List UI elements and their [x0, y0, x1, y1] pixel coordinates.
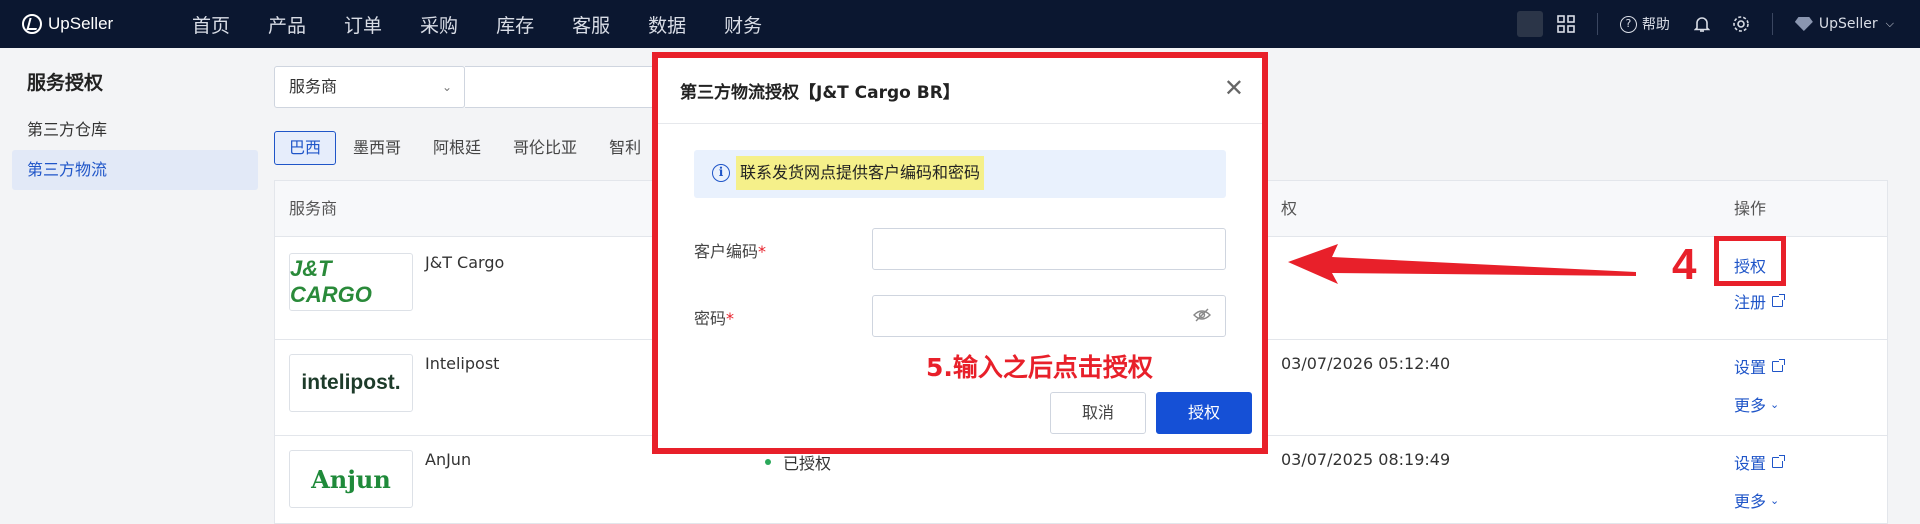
intelipost-logo: intelipost. [289, 354, 413, 412]
required-mark: * [726, 309, 735, 328]
customer-code-label-text: 客户编码 [694, 242, 759, 261]
more-dropdown-label: 更多 [1734, 492, 1767, 511]
authorize-button[interactable]: 授权 [1156, 392, 1252, 434]
password-label: 密码* [694, 305, 734, 329]
customer-code-label: 客户编码* [694, 238, 766, 262]
password-input[interactable] [872, 295, 1226, 337]
sidebar-item-warehouse[interactable]: 第三方仓库 [12, 110, 258, 150]
nav-item-orders[interactable]: 订单 [344, 11, 382, 38]
close-icon[interactable]: ✕ [1224, 74, 1244, 102]
nav-divider-2 [1771, 13, 1773, 35]
nav-item-products[interactable]: 产品 [268, 11, 306, 38]
jt-cargo-logo-text: J&T CARGO [290, 256, 372, 307]
header-provider: 服务商 [289, 199, 338, 218]
tab-chile[interactable]: 智利 [594, 131, 656, 165]
status-dot [765, 459, 771, 465]
brand-logo[interactable]: UpSeller [22, 14, 172, 34]
nav-item-home[interactable]: 首页 [192, 11, 230, 38]
settings-link[interactable]: 设置 [1734, 354, 1786, 378]
provider-select[interactable]: 服务商 ⌄ [274, 66, 465, 108]
intelipost-logo-text: intelipost. [301, 371, 401, 394]
external-link-icon [1772, 293, 1786, 307]
tab-brazil[interactable]: 巴西 [274, 131, 337, 165]
chevron-down-icon: ⌄ [441, 80, 452, 94]
tab-mexico[interactable]: 墨西哥 [338, 131, 416, 165]
auth-time: 03/07/2025 08:19:49 [1281, 450, 1451, 469]
chevron-down-icon: ⌵ [1885, 17, 1894, 30]
brand-name: UpSeller [48, 14, 114, 33]
password-label-text: 密码 [694, 309, 727, 328]
gear-icon[interactable] [1732, 15, 1750, 33]
customer-code-input[interactable] [872, 228, 1226, 270]
top-right-tools: ? 帮助 UpSeller ⌵ [1516, 0, 1920, 48]
external-link-icon [1772, 454, 1786, 468]
sidebar-item-logistics[interactable]: 第三方物流 [12, 150, 258, 190]
nav-item-data[interactable]: 数据 [648, 11, 686, 38]
nav-divider [1596, 13, 1598, 35]
annotation-step-number: 4 [1672, 240, 1697, 289]
help-label: 帮助 [1641, 17, 1670, 33]
more-dropdown-label: 更多 [1734, 396, 1767, 415]
provider-select-value: 服务商 [289, 77, 338, 96]
settings-link-label: 设置 [1734, 454, 1767, 473]
auth-time: 03/07/2026 05:12:40 [1281, 354, 1451, 373]
notice-banner: i 联系发货网点提供客户编码和密码 [694, 150, 1226, 198]
user-menu[interactable]: UpSeller ⌵ [1794, 16, 1894, 32]
main-nav: 首页 产品 订单 采购 库存 客服 数据 财务 [192, 11, 800, 38]
cancel-button[interactable]: 取消 [1050, 392, 1146, 434]
bell-icon[interactable] [1693, 15, 1710, 33]
more-dropdown[interactable]: 更多 ⌄ [1734, 392, 1779, 416]
chevron-down-icon: ⌄ [1770, 493, 1780, 507]
more-dropdown[interactable]: 更多 ⌄ [1734, 488, 1779, 512]
modal-header: 第三方物流授权【J&T Cargo BR】 ✕ [658, 58, 1262, 124]
provider-name: J&T Cargo [425, 253, 505, 272]
settings-link-label: 设置 [1734, 358, 1767, 377]
user-name: UpSeller [1818, 16, 1878, 32]
nav-item-service[interactable]: 客服 [572, 11, 610, 38]
anjun-logo-text: Anjun [311, 464, 391, 494]
authorization-modal: 第三方物流授权【J&T Cargo BR】 ✕ i 联系发货网点提供客户编码和密… [652, 52, 1268, 454]
notice-text: 联系发货网点提供客户编码和密码 [736, 156, 985, 190]
nav-item-finance[interactable]: 财务 [724, 11, 762, 38]
chevron-down-icon: ⌄ [1770, 397, 1780, 411]
country-tabs: 巴西 墨西哥 阿根廷 哥伦比亚 智利 [274, 131, 658, 165]
nav-item-purchase[interactable]: 采购 [420, 11, 458, 38]
header-action: 操作 [1734, 199, 1767, 218]
provider-name: Intelipost [425, 354, 500, 373]
help-link[interactable]: ? 帮助 [1619, 14, 1670, 34]
external-link-icon [1772, 358, 1786, 372]
question-icon: ? [1619, 15, 1637, 33]
sidebar-title: 服务授权 [27, 72, 104, 94]
modal-title: 第三方物流授权【J&T Cargo BR】 [680, 83, 960, 103]
apps-grid-icon[interactable] [1557, 15, 1575, 33]
blurred-avatar [1516, 11, 1543, 37]
settings-link[interactable]: 设置 [1734, 450, 1786, 474]
annotation-arrow [1288, 244, 1636, 284]
tab-colombia[interactable]: 哥伦比亚 [498, 131, 592, 165]
tab-argentina[interactable]: 阿根廷 [418, 131, 496, 165]
upseller-logo-icon [22, 14, 42, 34]
required-mark: * [758, 242, 767, 261]
info-icon: i [712, 164, 730, 182]
nav-item-inventory[interactable]: 库存 [496, 11, 534, 38]
register-link-label: 注册 [1734, 293, 1767, 312]
register-link[interactable]: 注册 [1734, 289, 1786, 313]
anjun-logo: Anjun [289, 450, 413, 508]
gem-icon [1794, 17, 1813, 31]
annotation-highlight-box [1714, 236, 1786, 286]
provider-name: AnJun [425, 450, 472, 469]
sidebar: 服务授权 第三方仓库 第三方物流 [0, 48, 262, 524]
jt-cargo-logo: J&T CARGO [289, 253, 413, 311]
eye-off-icon[interactable] [1193, 308, 1211, 322]
top-navbar: UpSeller 首页 产品 订单 采购 库存 客服 数据 财务 ? 帮助 Up… [0, 0, 1920, 48]
annotation-instruction: 5.输入之后点击授权 [926, 353, 1153, 382]
